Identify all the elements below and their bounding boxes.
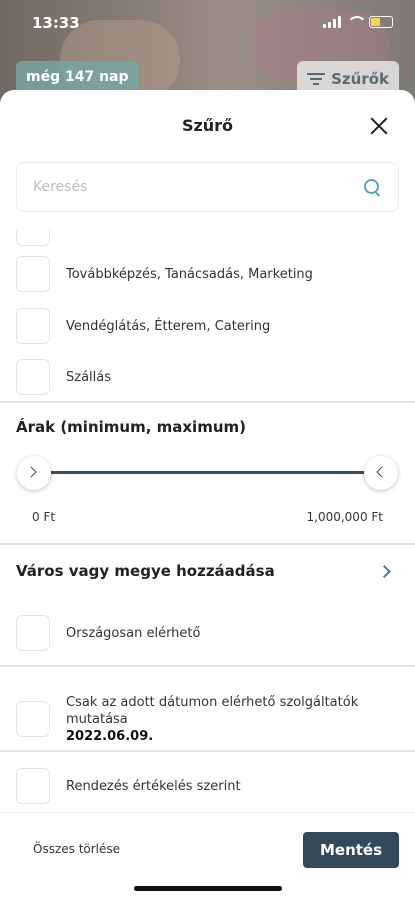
category-label: Szállás: [66, 369, 112, 385]
days-remaining-badge: még 147 nap: [16, 61, 139, 93]
filter-icon: [307, 73, 326, 85]
sort-rating-checkbox[interactable]: [16, 768, 50, 804]
signal-icon: [323, 16, 341, 28]
price-max-handle[interactable]: [364, 456, 398, 490]
home-indicator: [134, 886, 282, 891]
category-checkbox[interactable]: [16, 359, 50, 395]
wifi-icon: [347, 16, 367, 28]
category-row[interactable]: Vendéglátás, Étterem, Catering: [16, 306, 399, 346]
sort-rating-option[interactable]: Rendezés értékelés szerint: [16, 766, 399, 806]
sort-rating-label: Rendezés értékelés szerint: [66, 778, 241, 794]
date-only-checkbox[interactable]: [16, 701, 50, 737]
filter-sheet: Szűrő Továbbképzés, Tanácsadás, Marketin…: [0, 90, 415, 900]
price-max-label: 1,000,000 Ft: [306, 510, 384, 524]
location-add-link[interactable]: Város vagy megye hozzáadása: [16, 562, 275, 580]
status-time: 13:33: [32, 14, 80, 32]
category-label: Továbbképzés, Tanácsadás, Marketing: [66, 266, 313, 282]
category-row[interactable]: Továbbképzés, Tanácsadás, Marketing: [16, 254, 399, 294]
date-only-label: Csak az adott dátumon elérhető szolgálta…: [66, 694, 359, 727]
category-label: Vendéglátás, Étterem, Catering: [66, 318, 271, 334]
date-only-option[interactable]: Csak az adott dátumon elérhető szolgálta…: [16, 690, 399, 748]
category-checkbox[interactable]: [16, 256, 50, 292]
search-icon[interactable]: [364, 179, 382, 197]
status-icons: [323, 16, 393, 28]
divider: [0, 543, 415, 545]
battery-icon: [369, 16, 393, 28]
sheet-title: Szűrő: [181, 116, 234, 135]
search-input[interactable]: [33, 163, 353, 211]
nationwide-option[interactable]: Országosan elérhető: [16, 613, 399, 653]
search-box: [16, 162, 399, 212]
divider: [0, 665, 415, 667]
price-min-handle[interactable]: [17, 456, 51, 490]
close-icon[interactable]: [369, 116, 389, 136]
price-min-label: 0 Ft: [32, 510, 56, 524]
price-section-title: Árak (minimum, maximum): [16, 418, 246, 436]
price-slider-track[interactable]: [42, 471, 372, 474]
nationwide-checkbox[interactable]: [16, 615, 50, 651]
date-value: 2022.06.09.: [66, 728, 154, 744]
chevron-right-icon: [25, 466, 37, 478]
nationwide-label: Országosan elérhető: [66, 625, 201, 641]
category-checkbox[interactable]: [16, 308, 50, 344]
save-button[interactable]: Mentés: [303, 832, 399, 868]
clear-all-button[interactable]: Összes törlése: [33, 842, 120, 856]
category-row[interactable]: Szállás: [16, 357, 399, 397]
divider: [0, 750, 415, 752]
status-bar: 13:33: [0, 0, 415, 46]
date-only-text: Csak az adott dátumon elérhető szolgálta…: [66, 694, 386, 745]
divider: [0, 401, 415, 403]
chevron-left-icon: [376, 466, 388, 478]
